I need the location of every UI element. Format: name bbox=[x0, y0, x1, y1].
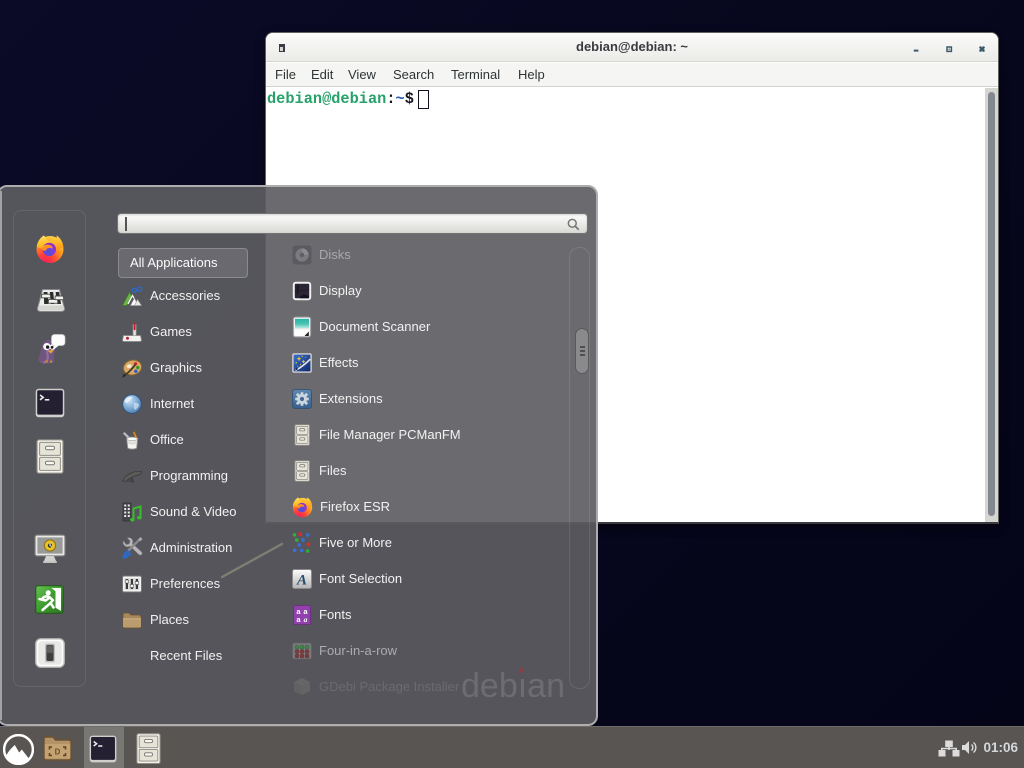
svg-text:A: A bbox=[296, 572, 307, 588]
svg-text:D: D bbox=[55, 748, 61, 757]
svg-text:a: a bbox=[304, 615, 308, 624]
